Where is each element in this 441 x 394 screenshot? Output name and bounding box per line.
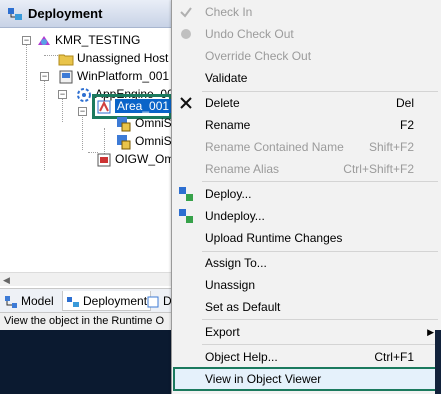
pane-title: Deployment [28, 6, 103, 21]
check-in-icon [180, 7, 192, 18]
menu-item-assign-to[interactable]: Assign To... [172, 252, 441, 274]
horizontal-scrollbar[interactable]: ◀ [0, 272, 173, 286]
menu-item-validate[interactable]: Validate [172, 67, 441, 89]
menu-item-unassign[interactable]: Unassign [172, 274, 441, 296]
collapse-platform-toggle[interactable]: − [40, 72, 49, 81]
object-icon [117, 134, 131, 150]
tree-node-label: OmniSe [135, 116, 173, 130]
menu-item-view-in-object-viewer[interactable]: View in Object Viewer [172, 368, 441, 390]
menu-item-override-check-out[interactable]: Override Check Out [172, 45, 441, 67]
engine-icon [77, 87, 91, 102]
menu-item-undo-check-out[interactable]: Undo Check Out [172, 23, 441, 45]
collapse-galaxy-toggle[interactable]: − [22, 36, 31, 45]
deployment-tree: − KMR_TESTING Unassigned Host − WinPlatf… [0, 28, 173, 286]
menu-item-rename-alias[interactable]: Rename Alias Ctrl+Shift+F2 [172, 158, 441, 180]
pane-tabs: Model Deployment D [0, 288, 173, 312]
collapse-engine-toggle[interactable]: − [58, 90, 67, 99]
tree-node-omni-2[interactable]: OmniSe [116, 132, 173, 150]
tree-node-label: Area_001 [115, 99, 172, 113]
menu-item-set-as-default[interactable]: Set as Default [172, 296, 441, 318]
menu-item-object-help[interactable]: Object Help... Ctrl+F1 [172, 346, 441, 368]
tab-deployment[interactable]: Deployment [62, 291, 152, 311]
scroll-left-icon[interactable]: ◀ [3, 275, 10, 286]
menu-separator [202, 344, 438, 345]
tree-node-omni-1[interactable]: OmniSe [116, 114, 173, 132]
tree-node-label: WinPlatform_001 [77, 69, 170, 83]
undeploy-icon [179, 209, 193, 223]
menu-item-export[interactable]: Export ▶ [172, 321, 441, 343]
derivation-icon [147, 296, 159, 308]
tree-node-label: OmniSe [135, 134, 173, 148]
tree-node-unassigned-host[interactable]: Unassigned Host [58, 49, 168, 67]
tree-node-label: OIGW_Omn [115, 152, 173, 166]
tab-derivation[interactable]: D [146, 291, 172, 311]
tab-label: Deployment [83, 294, 148, 308]
menu-separator [202, 181, 438, 182]
object-icon [117, 116, 131, 132]
undo-check-out-icon [181, 29, 191, 39]
menu-item-undeploy[interactable]: Undeploy... [172, 205, 441, 227]
status-bar: View the object in the Runtime O [0, 312, 173, 330]
tree-node-label: KMR_TESTING [55, 33, 141, 47]
platform-icon [59, 70, 73, 84]
right-edge-strip [435, 330, 441, 394]
tab-label: Model [21, 294, 54, 308]
menu-item-deploy[interactable]: Deploy... [172, 183, 441, 205]
deployment-icon [67, 296, 79, 307]
gateway-icon [97, 153, 111, 167]
menu-item-check-in[interactable]: Check In [172, 1, 441, 23]
collapse-area-toggle[interactable]: − [78, 107, 87, 116]
folder-icon [58, 54, 74, 66]
menu-item-delete[interactable]: Delete Del [172, 92, 441, 114]
submenu-arrow-icon: ▶ [427, 327, 434, 337]
tree-node-area[interactable]: Area_001 [96, 97, 172, 115]
tree-node-galaxy[interactable]: KMR_TESTING [36, 31, 140, 49]
menu-separator [202, 319, 438, 320]
menu-item-rename[interactable]: Rename F2 [172, 114, 441, 136]
context-menu: Check In Undo Check Out Override Check O… [171, 0, 441, 394]
deployment-icon [8, 8, 22, 20]
tab-model[interactable]: Model [4, 291, 54, 311]
model-icon [5, 295, 17, 308]
deploy-icon [179, 187, 193, 201]
delete-icon [180, 97, 192, 109]
pane-header: Deployment [0, 0, 173, 28]
area-icon [97, 100, 111, 114]
galaxy-icon [38, 35, 50, 45]
menu-item-upload-runtime-changes[interactable]: Upload Runtime Changes [172, 227, 441, 249]
tree-node-label: Unassigned Host [77, 51, 169, 65]
tree-node-platform[interactable]: WinPlatform_001 [58, 67, 169, 85]
tree-node-oigw[interactable]: OIGW_Omn [96, 150, 173, 168]
menu-item-rename-contained-name[interactable]: Rename Contained Name Shift+F2 [172, 136, 441, 158]
